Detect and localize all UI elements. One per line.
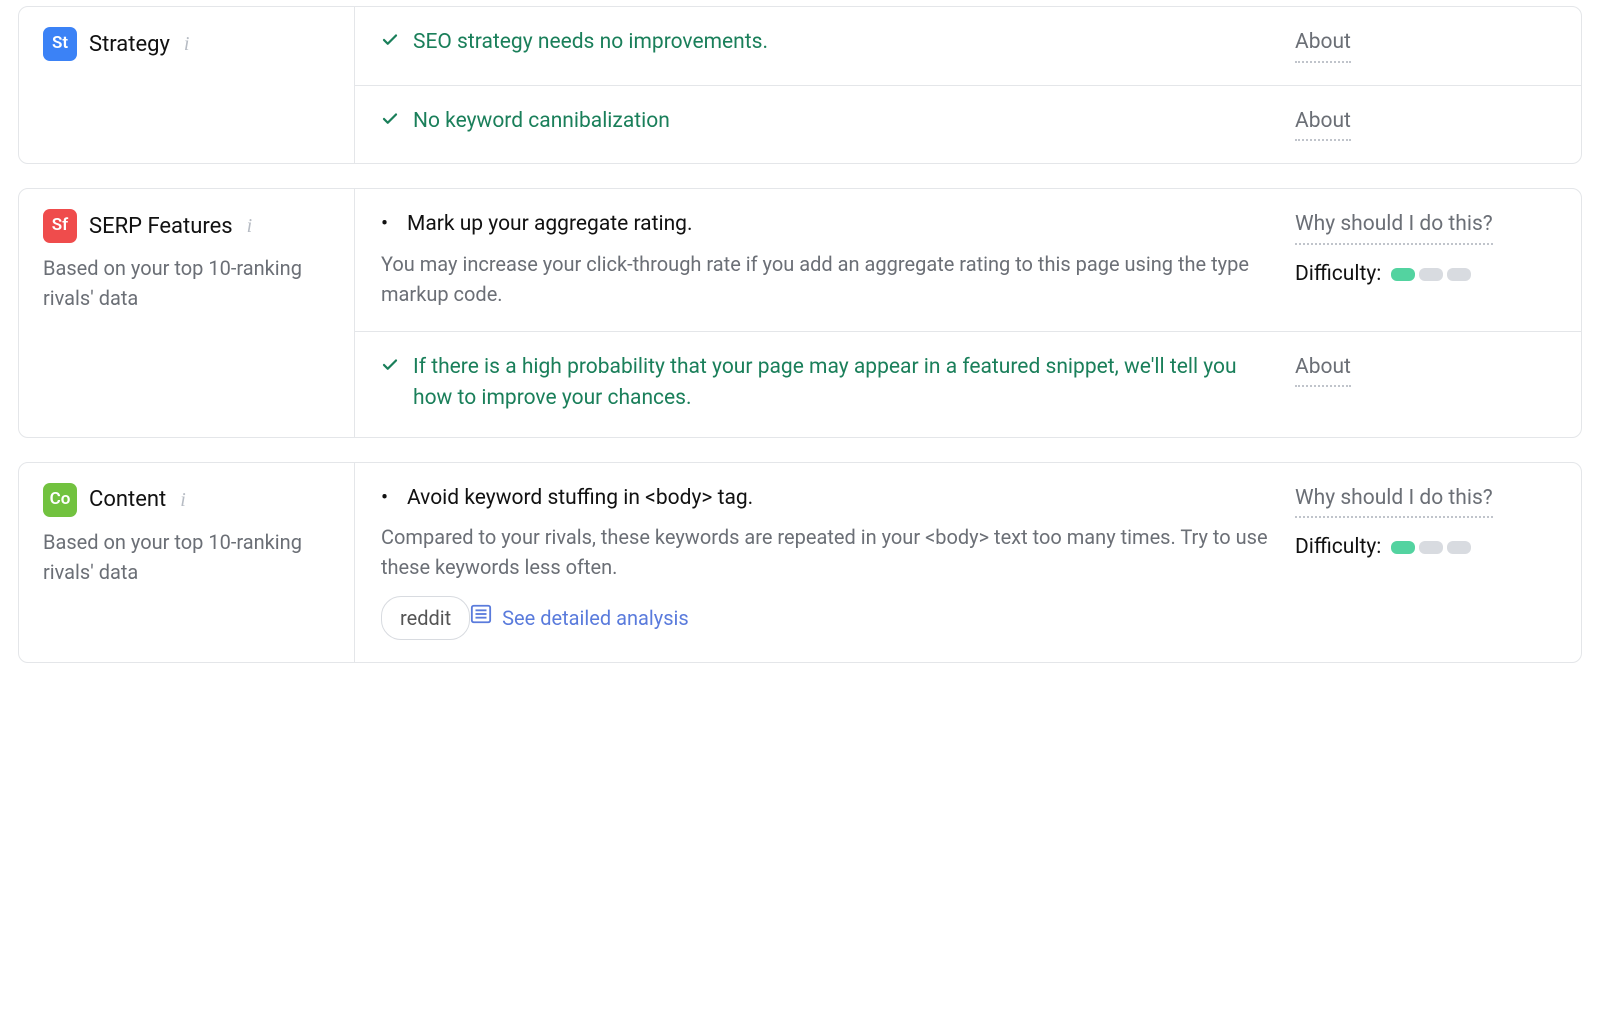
about-link[interactable]: About bbox=[1295, 106, 1351, 142]
difficulty-segment bbox=[1447, 541, 1471, 554]
recommendation-description: Compared to your rivals, these keywords … bbox=[381, 522, 1269, 582]
category-badge: Sf bbox=[43, 209, 77, 243]
bullet-icon: • bbox=[381, 209, 393, 241]
recommendation-item: If there is a high probability that your… bbox=[354, 331, 1581, 437]
recommendation-heading: Mark up your aggregate rating. bbox=[407, 209, 693, 241]
recommendation-heading: If there is a high probability that your… bbox=[413, 352, 1269, 415]
category-subtitle: Based on your top 10-ranking rivals' dat… bbox=[43, 253, 330, 313]
category-badge: St bbox=[43, 27, 77, 61]
why-link[interactable]: Why should I do this? bbox=[1295, 483, 1493, 519]
difficulty-segment bbox=[1419, 541, 1443, 554]
bullet-icon: • bbox=[381, 483, 393, 515]
see-detailed-analysis-link[interactable]: See detailed analysis bbox=[470, 603, 689, 633]
difficulty-indicator: Difficulty: bbox=[1295, 532, 1555, 564]
category-header: Co Content i Based on your top 10-ranking r… bbox=[19, 463, 354, 663]
difficulty-label: Difficulty: bbox=[1295, 259, 1381, 291]
check-icon bbox=[381, 27, 399, 53]
check-icon bbox=[381, 352, 399, 378]
about-link[interactable]: About bbox=[1295, 27, 1351, 63]
category-title: Strategy bbox=[89, 28, 170, 61]
recommendation-heading: Avoid keyword stuffing in <body> tag. bbox=[407, 483, 753, 515]
recommendation-heading: No keyword cannibalization bbox=[413, 106, 670, 138]
category-title: SERP Features bbox=[89, 210, 233, 243]
why-link[interactable]: Why should I do this? bbox=[1295, 209, 1493, 245]
list-icon bbox=[470, 603, 492, 633]
recommendation-heading: SEO strategy needs no improvements. bbox=[413, 27, 768, 59]
keyword-chip[interactable]: reddit bbox=[381, 596, 470, 640]
recommendation-item: • Mark up your aggregate rating. You may i… bbox=[354, 189, 1581, 331]
category-badge: Co bbox=[43, 483, 77, 517]
difficulty-bar bbox=[1391, 268, 1471, 281]
info-icon[interactable]: i bbox=[180, 485, 186, 515]
difficulty-segment bbox=[1391, 268, 1415, 281]
recommendation-item: • Avoid keyword stuffing in <body> tag. Co… bbox=[354, 463, 1581, 663]
category-section: Sf SERP Features i Based on your top 10-ran… bbox=[18, 188, 1582, 438]
see-detailed-analysis-label: See detailed analysis bbox=[502, 603, 689, 633]
recommendation-description: You may increase your click-through rate… bbox=[381, 249, 1269, 309]
difficulty-segment bbox=[1447, 268, 1471, 281]
category-section: Co Content i Based on your top 10-ranking r… bbox=[18, 462, 1582, 664]
category-header: Sf SERP Features i Based on your top 10-ran… bbox=[19, 189, 354, 437]
info-icon[interactable]: i bbox=[184, 29, 190, 59]
difficulty-bar bbox=[1391, 541, 1471, 554]
category-subtitle: Based on your top 10-ranking rivals' dat… bbox=[43, 527, 330, 587]
category-header: St Strategy i bbox=[19, 7, 354, 163]
about-link[interactable]: About bbox=[1295, 352, 1351, 388]
difficulty-segment bbox=[1391, 541, 1415, 554]
difficulty-indicator: Difficulty: bbox=[1295, 259, 1555, 291]
category-title: Content bbox=[89, 483, 166, 516]
category-section: St Strategy i SEO strategy needs no improve… bbox=[18, 6, 1582, 164]
check-icon bbox=[381, 106, 399, 132]
recommendation-item: No keyword cannibalization About bbox=[354, 85, 1581, 164]
info-icon[interactable]: i bbox=[247, 211, 253, 241]
recommendation-item: SEO strategy needs no improvements. About bbox=[354, 7, 1581, 85]
difficulty-segment bbox=[1419, 268, 1443, 281]
difficulty-label: Difficulty: bbox=[1295, 532, 1381, 564]
